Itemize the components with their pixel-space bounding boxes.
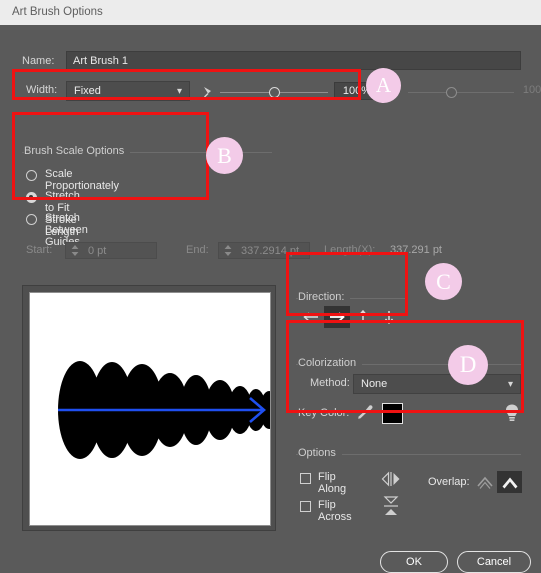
annotation-badge-a: A (366, 68, 401, 103)
window-titlebar: Art Brush Options (0, 0, 541, 26)
dialog-content: Name: Art Brush 1 Width: Fixed ▾ 100% 10… (8, 33, 541, 573)
key-color-label: Key Color: (298, 407, 350, 419)
direction-up-button[interactable] (350, 306, 376, 328)
art-brush-options-dialog: Art Brush Options Name: Art Brush 1 Widt… (0, 0, 541, 573)
direction-left-button[interactable] (298, 306, 324, 328)
overlap-allow-button[interactable] (472, 471, 497, 493)
direction-group: Direction: (296, 291, 406, 337)
radio-icon (26, 170, 37, 181)
brush-preview (29, 292, 271, 526)
overlap-label: Overlap: (428, 476, 470, 488)
flip-along-label: Flip Along (318, 471, 347, 495)
flip-along-icon (380, 471, 402, 490)
window-title: Art Brush Options (12, 6, 103, 18)
width-type-select[interactable]: Fixed ▾ (66, 81, 190, 101)
name-label: Name: (22, 55, 55, 67)
checkbox-icon (300, 501, 311, 512)
method-label: Method: (310, 377, 350, 389)
overlap-prevent-button[interactable] (497, 471, 522, 493)
radio-label: Scale Proportionately (45, 168, 119, 192)
eyedropper-icon[interactable] (356, 403, 374, 421)
brush-preview-shape (58, 361, 270, 459)
options-group: Options Flip Along Flip Across Overlap: (296, 447, 522, 523)
width-slider-track-disabled (408, 92, 514, 93)
colorization-method-select[interactable]: None ▾ (353, 374, 521, 394)
dialog-body: Name: Art Brush 1 Width: Fixed ▾ 100% 10… (0, 25, 541, 573)
flip-across-icon (382, 495, 400, 520)
colorization-method-value: None (361, 378, 388, 390)
end-label: End: (186, 244, 209, 256)
arrow-right-icon (330, 312, 345, 322)
flip-across-label: Flip Across (318, 499, 352, 523)
width-row: Width: Fixed ▾ 100% 100 (22, 79, 541, 103)
length-label: Length(X): (324, 244, 376, 256)
guides-row: Start: 0 pt End: 337.2914 pt Length(X): … (22, 240, 522, 262)
chevron-down-icon: ▾ (507, 379, 513, 390)
arrow-left-icon (303, 312, 318, 322)
direction-down-button[interactable] (376, 306, 402, 328)
width-slider-knob[interactable] (269, 87, 280, 98)
width-percent-disabled: 100% (522, 84, 541, 96)
options-title: Options (298, 447, 342, 459)
annotation-badge-c: C (425, 263, 462, 300)
cancel-button[interactable]: Cancel (457, 551, 531, 573)
arrow-down-icon (384, 311, 394, 324)
radio-icon-selected (26, 192, 37, 203)
direction-right-button[interactable] (324, 306, 350, 328)
width-label: Width: (26, 84, 58, 96)
radio-icon (26, 214, 37, 225)
annotation-badge-b: B (206, 137, 243, 174)
brush-preview-panel (22, 285, 276, 531)
brush-nib-icon (202, 85, 216, 99)
width-type-value: Fixed (74, 85, 101, 97)
annotation-badge-d: D (448, 345, 488, 385)
name-input[interactable]: Art Brush 1 (66, 51, 521, 70)
width-slider-knob-disabled (446, 87, 457, 98)
ok-button[interactable]: OK (380, 551, 448, 573)
chevron-down-icon: ▾ (176, 86, 182, 97)
checkbox-icon (300, 473, 311, 484)
brush-scale-options-title: Brush Scale Options (24, 145, 131, 157)
direction-title: Direction: (298, 291, 351, 303)
arrow-up-icon (358, 310, 368, 323)
colorization-title: Colorization (298, 357, 363, 369)
name-row: Name: Art Brush 1 (22, 51, 522, 71)
key-color-swatch[interactable] (382, 403, 403, 424)
length-value: 337.291 pt (390, 244, 442, 256)
start-stepper (70, 243, 80, 258)
end-stepper (223, 243, 233, 258)
start-label: Start: (26, 244, 53, 256)
lightbulb-icon[interactable] (505, 403, 519, 423)
